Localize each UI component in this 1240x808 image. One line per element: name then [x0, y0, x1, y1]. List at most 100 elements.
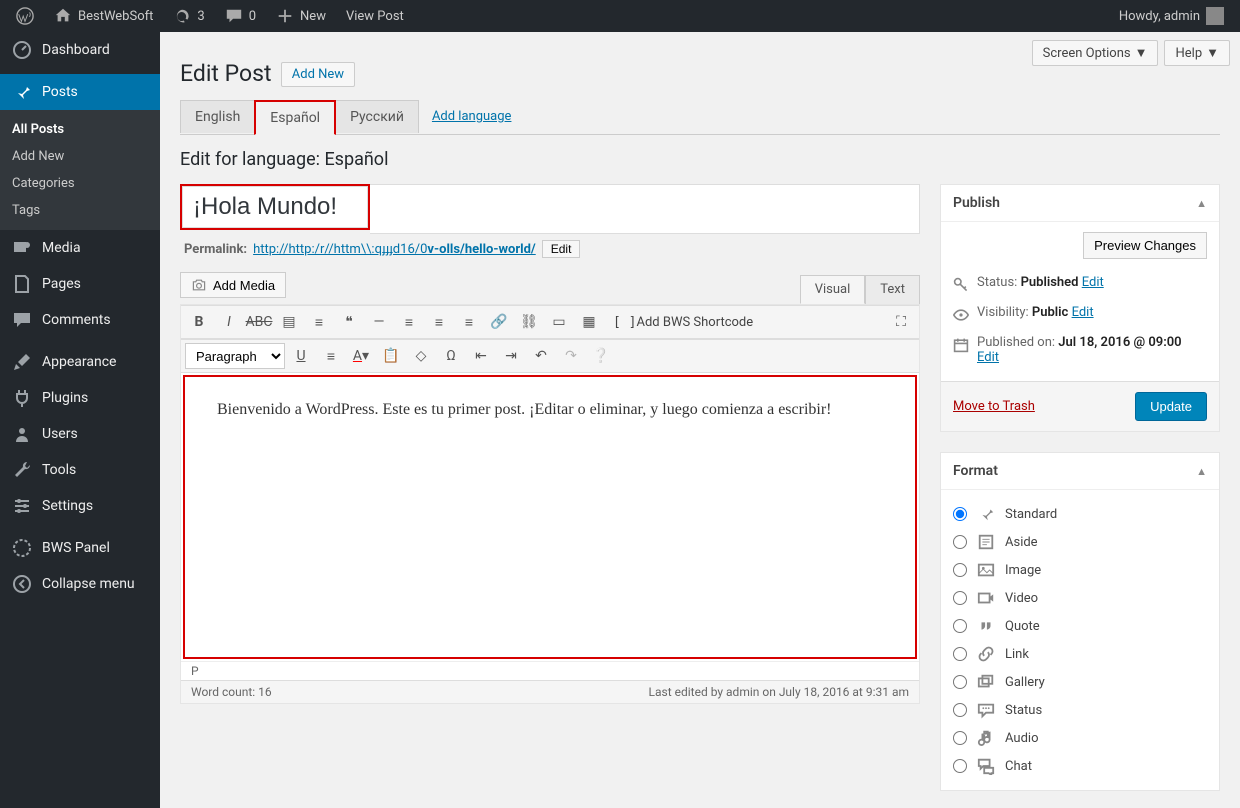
add-language-link[interactable]: Add language: [432, 109, 512, 124]
fullscreen-button[interactable]: ⛶: [887, 308, 915, 336]
format-gallery[interactable]: Gallery: [953, 668, 1207, 696]
italic-button[interactable]: I: [215, 308, 243, 336]
menu-tools[interactable]: Tools: [0, 452, 160, 488]
textcolor-button[interactable]: A ▾: [347, 342, 375, 370]
bws-shortcode-button[interactable]: [ ]Add BWS Shortcode: [605, 308, 761, 336]
strike-button[interactable]: ABC: [245, 308, 273, 336]
justify-button[interactable]: ≡: [317, 342, 345, 370]
permalink-link[interactable]: http://http:/r//httm\\:qɟɟɟd16/0v-olls/h…: [253, 242, 536, 257]
new-link[interactable]: New: [268, 0, 334, 32]
menu-media[interactable]: Media: [0, 230, 160, 266]
screen-options-button[interactable]: Screen Options ▼: [1032, 40, 1159, 66]
more-button[interactable]: ▭: [545, 308, 573, 336]
format-chat[interactable]: Chat: [953, 752, 1207, 780]
format-standard[interactable]: Standard: [953, 500, 1207, 528]
align-right-button[interactable]: ≡: [455, 308, 483, 336]
format-radio[interactable]: [953, 647, 967, 661]
comment-icon: [225, 7, 243, 25]
publish-heading[interactable]: Publish▲: [941, 185, 1219, 222]
toolbar-toggle-button[interactable]: ▦: [575, 308, 603, 336]
format-label: Aside: [1005, 535, 1038, 550]
submenu-tags[interactable]: Tags: [0, 197, 160, 224]
indent-button[interactable]: ⇥: [497, 342, 525, 370]
undo-button[interactable]: ↶: [527, 342, 555, 370]
format-aside[interactable]: Aside: [953, 528, 1207, 556]
menu-users[interactable]: Users: [0, 416, 160, 452]
redo-button[interactable]: ↷: [557, 342, 585, 370]
menu-posts[interactable]: Posts: [0, 74, 160, 110]
help-button[interactable]: Help ▼: [1164, 40, 1230, 66]
format-radio[interactable]: [953, 731, 967, 745]
tab-english[interactable]: English: [180, 100, 255, 133]
format-quote[interactable]: Quote: [953, 612, 1207, 640]
comments-link[interactable]: 0: [217, 0, 264, 32]
add-media-button[interactable]: Add Media: [180, 272, 286, 298]
underline-button[interactable]: U: [287, 342, 315, 370]
bold-button[interactable]: B: [185, 308, 213, 336]
tab-espanol[interactable]: Español: [254, 100, 336, 135]
menu-appearance[interactable]: Appearance: [0, 344, 160, 380]
wp-logo[interactable]: [8, 0, 42, 32]
link-button[interactable]: 🔗: [485, 308, 513, 336]
preview-changes-button[interactable]: Preview Changes: [1083, 232, 1207, 259]
format-radio[interactable]: [953, 619, 967, 633]
title-field-rest[interactable]: [370, 184, 920, 234]
format-radio[interactable]: [953, 563, 967, 577]
format-radio[interactable]: [953, 535, 967, 549]
admin-bar: BestWebSoft 3 0 New View Post Howdy, adm…: [0, 0, 1240, 32]
paste-button[interactable]: 📋: [377, 342, 405, 370]
howdy-link[interactable]: Howdy, admin: [1111, 0, 1232, 32]
visibility-edit-link[interactable]: Edit: [1072, 305, 1094, 320]
help-icon-button[interactable]: ❔: [587, 342, 615, 370]
format-status[interactable]: Status: [953, 696, 1207, 724]
post-title-input[interactable]: [182, 186, 368, 228]
format-radio[interactable]: [953, 675, 967, 689]
status-edit-link[interactable]: Edit: [1082, 275, 1104, 290]
format-image[interactable]: Image: [953, 556, 1207, 584]
submenu-add-new[interactable]: Add New: [0, 143, 160, 170]
submenu-categories[interactable]: Categories: [0, 170, 160, 197]
menu-comments[interactable]: Comments: [0, 302, 160, 338]
editor-tab-visual[interactable]: Visual: [800, 275, 866, 304]
updates-link[interactable]: 3: [165, 0, 212, 32]
menu-pages[interactable]: Pages: [0, 266, 160, 302]
view-post-link[interactable]: View Post: [338, 0, 412, 32]
menu-collapse[interactable]: Collapse menu: [0, 566, 160, 602]
update-button[interactable]: Update: [1135, 392, 1207, 421]
align-left-button[interactable]: ≡: [395, 308, 423, 336]
media-icon: [12, 238, 32, 258]
editor-tab-text[interactable]: Text: [865, 275, 920, 304]
permalink-edit-button[interactable]: Edit: [542, 240, 581, 258]
clear-format-button[interactable]: ◇: [407, 342, 435, 370]
move-to-trash-link[interactable]: Move to Trash: [953, 399, 1035, 414]
plus-icon: [276, 7, 294, 25]
tab-russian[interactable]: Русский: [335, 100, 419, 133]
format-video[interactable]: Video: [953, 584, 1207, 612]
site-link[interactable]: BestWebSoft: [46, 0, 161, 32]
hr-button[interactable]: —: [365, 308, 393, 336]
format-radio[interactable]: [953, 703, 967, 717]
editor-body[interactable]: Bienvenido a WordPress. Este es tu prime…: [185, 377, 915, 657]
submenu-all-posts[interactable]: All Posts: [0, 116, 160, 143]
format-radio[interactable]: [953, 591, 967, 605]
format-link[interactable]: Link: [953, 640, 1207, 668]
ol-button[interactable]: ≡: [305, 308, 333, 336]
specialchar-button[interactable]: Ω: [437, 342, 465, 370]
menu-plugins[interactable]: Plugins: [0, 380, 160, 416]
format-radio[interactable]: [953, 507, 967, 521]
ul-button[interactable]: ▤: [275, 308, 303, 336]
format-heading[interactable]: Format▲: [941, 453, 1219, 490]
format-radio[interactable]: [953, 759, 967, 773]
sliders-icon: [12, 496, 32, 516]
menu-settings[interactable]: Settings: [0, 488, 160, 524]
menu-bws-panel[interactable]: BWS Panel: [0, 530, 160, 566]
unlink-button[interactable]: ⛓: [515, 308, 543, 336]
paragraph-select[interactable]: Paragraph: [185, 343, 285, 369]
menu-dashboard[interactable]: Dashboard: [0, 32, 160, 68]
quote-button[interactable]: ❝: [335, 308, 363, 336]
align-center-button[interactable]: ≡: [425, 308, 453, 336]
add-new-button[interactable]: Add New: [281, 62, 355, 87]
format-audio[interactable]: Audio: [953, 724, 1207, 752]
outdent-button[interactable]: ⇤: [467, 342, 495, 370]
published-edit-link[interactable]: Edit: [977, 350, 999, 365]
